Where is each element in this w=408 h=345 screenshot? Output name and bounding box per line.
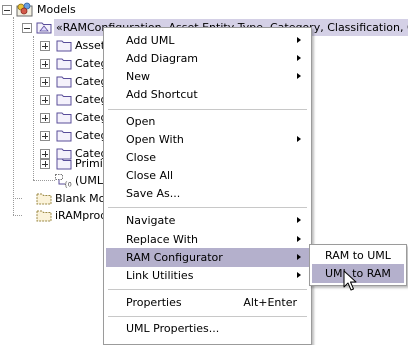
tree-node-model[interactable]: Blank Mod — [0, 190, 112, 207]
expand-toggle[interactable] — [40, 59, 50, 69]
menu-item-add-diagram[interactable]: Add Diagram — [106, 49, 309, 68]
svg-text:{0}: {0} — [64, 182, 72, 189]
menu-item-open-with[interactable]: Open With — [106, 130, 309, 149]
model-icon — [36, 209, 52, 222]
folder-icon — [56, 157, 72, 170]
tree-node-models[interactable]: Models — [0, 1, 120, 18]
menu-item-add-uml[interactable]: Add UML — [106, 31, 309, 50]
model-icon — [36, 21, 52, 34]
collapse-toggle[interactable] — [2, 5, 12, 15]
collapse-toggle[interactable] — [22, 23, 32, 33]
menu-item-uml-properties[interactable]: UML Properties... — [106, 319, 309, 338]
models-icon — [16, 2, 34, 17]
tree-node-folder[interactable]: Categ — [0, 127, 110, 144]
tree-node-folder[interactable]: Categ — [0, 55, 110, 72]
menu-item-label: Open — [126, 115, 156, 128]
expand-toggle[interactable] — [40, 41, 50, 51]
ram-configurator-submenu: RAM to UML UML to RAM — [309, 244, 407, 286]
menu-item-ram-configurator[interactable]: RAM Configurator — [106, 248, 309, 267]
expand-toggle[interactable] — [40, 95, 50, 105]
menu-separator — [108, 289, 307, 291]
tree-node-folder[interactable]: Categ — [0, 91, 110, 108]
menu-item-label: Add Diagram — [126, 52, 199, 65]
menu-item-link-utilities[interactable]: Link Utilities — [106, 266, 309, 285]
menu-item-label: New — [126, 70, 150, 83]
tree-node-folder[interactable]: Primit — [0, 155, 110, 172]
menu-item-navigate[interactable]: Navigate — [106, 211, 309, 230]
tree-node-folder[interactable]: Asset — [0, 37, 110, 54]
menu-separator — [108, 109, 307, 111]
menu-item-label: Save As... — [126, 187, 181, 200]
submenu-arrow-icon — [297, 236, 301, 242]
submenu-arrow-icon — [297, 254, 301, 260]
menu-item-save-as[interactable]: Save As... — [106, 184, 309, 203]
tree-node-folder[interactable]: Categ — [0, 73, 110, 90]
menu-item-label: UML to RAM — [325, 267, 391, 280]
menu-item-add-shortcut[interactable]: Add Shortcut — [106, 85, 309, 104]
menu-item-label: RAM to UML — [325, 249, 391, 262]
menu-item-label: RAM Configurator — [126, 251, 223, 264]
folder-icon — [56, 111, 72, 124]
tree-node-label: Asset — [75, 39, 106, 52]
menu-item-ram-to-uml[interactable]: RAM to UML — [312, 246, 404, 265]
menu-item-new[interactable]: New — [106, 67, 309, 86]
tree-node-uml-link[interactable]: {0} (UMLP — [0, 172, 110, 189]
menu-item-label: Add Shortcut — [126, 88, 198, 101]
folder-icon — [56, 39, 72, 52]
screenshot-stage: Models «RAMConfiguration, Asset Entity T… — [0, 0, 408, 345]
expand-toggle[interactable] — [40, 131, 50, 141]
context-menu: Add UML Add Diagram New Add Shortcut Ope… — [103, 27, 312, 345]
menu-item-label: Add UML — [126, 34, 175, 47]
model-icon — [36, 192, 52, 205]
tree-node-folder[interactable]: Categ — [0, 109, 110, 126]
tree-node-model[interactable]: iRAMprod — [0, 207, 110, 224]
expand-toggle[interactable] — [40, 113, 50, 123]
uml-link-icon: {0} — [54, 173, 76, 189]
menu-item-label: Link Utilities — [126, 269, 194, 282]
submenu-arrow-icon — [297, 272, 301, 278]
submenu-arrow-icon — [297, 73, 301, 79]
menu-item-close-all[interactable]: Close All — [106, 166, 309, 185]
folder-icon — [56, 129, 72, 142]
menu-item-properties[interactable]: Properties Alt+Enter — [106, 293, 309, 312]
submenu-arrow-icon — [297, 37, 301, 43]
menu-item-uml-to-ram[interactable]: UML to RAM — [312, 264, 404, 283]
submenu-arrow-icon — [297, 217, 301, 223]
tree-node-label: iRAMprod — [55, 209, 108, 222]
menu-item-close[interactable]: Close — [106, 148, 309, 167]
expand-toggle[interactable] — [40, 159, 50, 169]
menu-item-replace-with[interactable]: Replace With — [106, 230, 309, 249]
submenu-arrow-icon — [297, 55, 301, 61]
folder-icon — [56, 75, 72, 88]
mouse-pointer-icon — [343, 270, 357, 292]
tree-node-label: Models — [37, 3, 76, 16]
menu-item-label: Open With — [126, 133, 184, 146]
menu-item-label: Navigate — [126, 214, 176, 227]
expand-toggle[interactable] — [40, 77, 50, 87]
menu-item-label: UML Properties... — [126, 322, 220, 335]
menu-item-label: Close — [126, 151, 156, 164]
folder-icon — [56, 57, 72, 70]
menu-item-label: Replace With — [126, 233, 198, 246]
folder-icon — [56, 93, 72, 106]
submenu-arrow-icon — [297, 136, 301, 142]
menu-separator — [108, 207, 307, 209]
menu-item-label: Close All — [126, 169, 174, 182]
menu-separator — [108, 316, 307, 318]
menu-item-shortcut: Alt+Enter — [243, 296, 297, 309]
menu-item-open[interactable]: Open — [106, 112, 309, 131]
menu-item-label: Properties — [126, 296, 182, 309]
